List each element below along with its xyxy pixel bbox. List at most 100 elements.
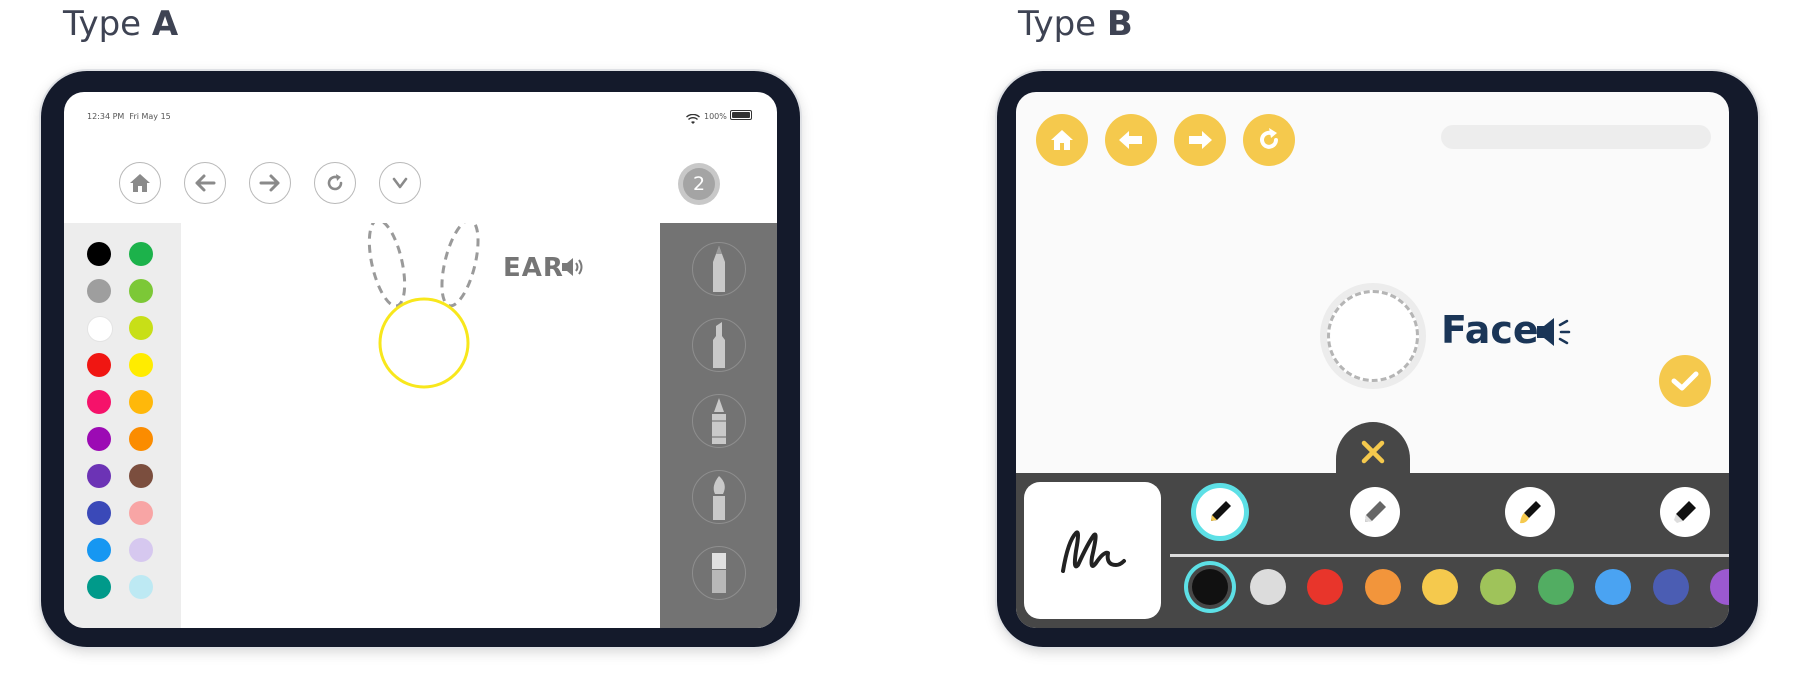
home-button[interactable]: [119, 162, 161, 204]
speaker-button-b[interactable]: [1534, 315, 1576, 353]
home-icon: [130, 174, 150, 192]
brush-icon: [1520, 501, 1541, 524]
screen-b: Face: [1016, 92, 1729, 628]
color-swatch[interactable]: [1480, 569, 1516, 605]
marker-icon: [713, 322, 725, 368]
tablet-frame-a: 12:34 PM Fri May 15 100% 2 EAR: [41, 71, 800, 647]
back-button-b[interactable]: [1105, 114, 1157, 166]
tablet-frame-b: Face: [997, 71, 1758, 647]
chevron-down-icon: [392, 177, 408, 189]
color-palette-a: [64, 223, 181, 628]
color-swatch[interactable]: [87, 242, 111, 266]
color-swatch[interactable]: [129, 279, 153, 303]
status-time: 12:34 PM Fri May 15: [87, 112, 171, 121]
arrow-left-icon: [1119, 131, 1142, 149]
color-swatch[interactable]: [129, 390, 153, 414]
home-icon: [1051, 130, 1073, 150]
color-swatch[interactable]: [129, 353, 153, 377]
color-swatch[interactable]: [87, 427, 111, 451]
right-ear-outline: [440, 223, 480, 308]
face-outline: [1327, 290, 1419, 382]
tool-marker[interactable]: [692, 318, 746, 372]
pencil-icon: [713, 246, 725, 292]
scribble-icon: [1060, 529, 1126, 573]
speaker-icon: [1537, 318, 1571, 346]
done-button[interactable]: [1659, 355, 1711, 407]
screen-a: 12:34 PM Fri May 15 100% 2 EAR: [64, 92, 777, 628]
drawing-canvas-a[interactable]: [181, 223, 657, 628]
color-swatch[interactable]: [87, 575, 111, 599]
forward-button[interactable]: [249, 162, 291, 204]
left-ear-outline: [367, 223, 407, 308]
stroke-preview: [1024, 482, 1161, 619]
color-swatch[interactable]: [1192, 569, 1228, 605]
color-swatch[interactable]: [1307, 569, 1344, 605]
redo-button-b[interactable]: [1243, 114, 1295, 166]
tool-pencil[interactable]: [692, 242, 746, 296]
color-swatch[interactable]: [87, 353, 111, 377]
pencil-icon: [1365, 501, 1386, 522]
drawing-toolbar: [1016, 473, 1729, 628]
pen-icon: [1211, 501, 1231, 521]
arrow-left-icon: [195, 174, 216, 192]
tool-brush-b[interactable]: [1505, 487, 1555, 537]
tool-pencil-b[interactable]: [1350, 487, 1400, 537]
color-swatch[interactable]: [87, 538, 111, 562]
eraser-icon: [712, 553, 726, 593]
battery-icon: [730, 110, 752, 120]
color-swatch[interactable]: [1537, 569, 1574, 605]
tool-eraser[interactable]: [692, 546, 746, 600]
checkmark-icon: [1671, 371, 1699, 391]
color-swatch[interactable]: [87, 279, 111, 303]
color-swatch[interactable]: [1364, 569, 1401, 605]
speaker-button-a[interactable]: [560, 256, 584, 282]
color-swatch[interactable]: [129, 575, 153, 599]
color-swatch[interactable]: [1710, 569, 1729, 605]
color-swatch[interactable]: [1595, 569, 1632, 605]
crayon-icon: [712, 398, 726, 444]
color-swatch[interactable]: [129, 464, 153, 488]
head-outline: [378, 297, 470, 389]
target-word-b: Face: [1441, 308, 1539, 352]
collapse-button[interactable]: [379, 162, 421, 204]
redo-button[interactable]: [314, 162, 356, 204]
page-badge: 2: [678, 163, 720, 205]
toolbar-divider: [1170, 554, 1729, 557]
tool-brush[interactable]: [692, 470, 746, 524]
color-swatch[interactable]: [129, 242, 153, 266]
target-word: EAR: [503, 253, 564, 283]
back-button[interactable]: [184, 162, 226, 204]
color-swatch[interactable]: [129, 538, 153, 562]
color-swatch[interactable]: [87, 390, 111, 414]
brush-icon: [713, 476, 725, 520]
marker-icon: [1674, 501, 1696, 523]
home-button-b[interactable]: [1036, 114, 1088, 166]
redo-icon: [1260, 128, 1278, 149]
redo-icon: [327, 174, 343, 191]
color-swatch[interactable]: [129, 501, 153, 525]
close-icon: [1361, 440, 1385, 464]
color-swatch[interactable]: [1422, 569, 1459, 605]
tool-crayon[interactable]: [692, 394, 746, 448]
type-b-heading: Type B: [1018, 4, 1133, 44]
tools-panel-a: [660, 223, 777, 628]
arrow-right-icon: [259, 174, 280, 192]
tool-marker-b[interactable]: [1660, 487, 1710, 537]
color-swatch[interactable]: [87, 464, 111, 488]
battery-percent: 100%: [704, 112, 727, 121]
progress-bar: [1441, 125, 1711, 149]
color-swatch[interactable]: [1652, 569, 1689, 605]
type-a-heading: Type A: [63, 4, 179, 44]
face-shape-slot: [1320, 283, 1426, 389]
color-swatch[interactable]: [1249, 569, 1286, 605]
tool-pen-b[interactable]: [1191, 483, 1249, 541]
color-swatch[interactable]: [87, 316, 113, 342]
forward-button-b[interactable]: [1174, 114, 1226, 166]
speaker-icon: [562, 258, 583, 276]
color-swatch[interactable]: [87, 501, 111, 525]
color-swatch[interactable]: [129, 316, 153, 340]
color-swatch[interactable]: [129, 427, 153, 451]
wifi-icon: [686, 110, 700, 129]
page-number: 2: [683, 168, 715, 200]
arrow-right-icon: [1189, 131, 1212, 149]
